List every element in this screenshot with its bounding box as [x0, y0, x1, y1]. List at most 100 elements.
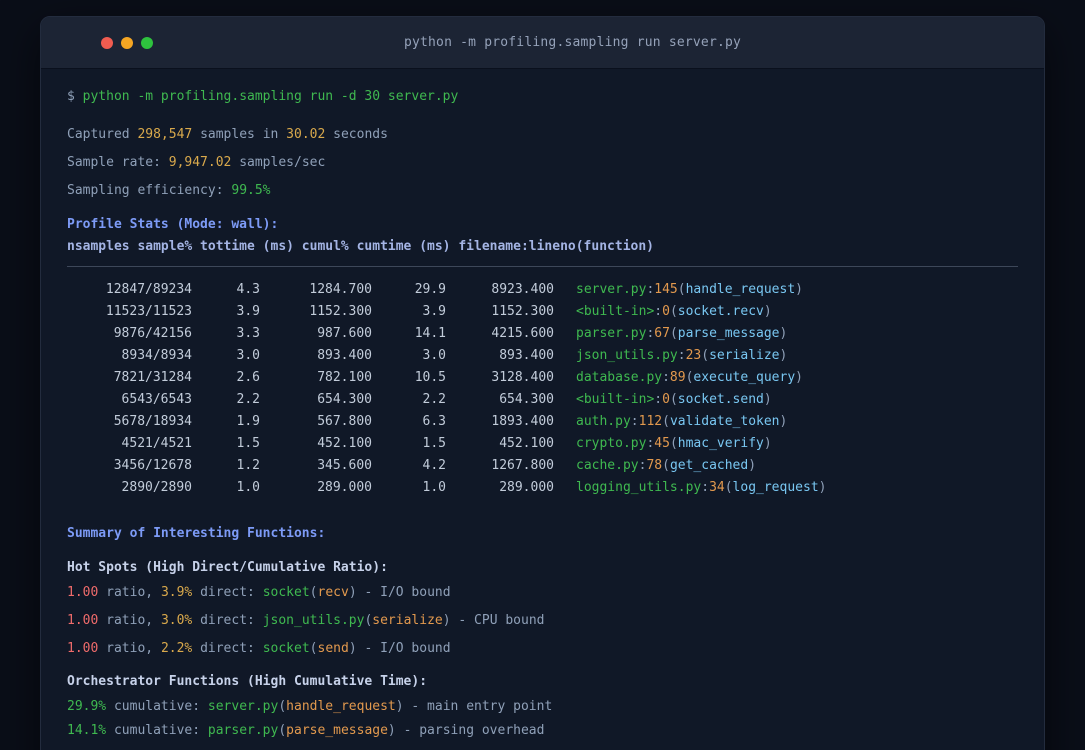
punct: ) [348, 585, 357, 600]
target-name: server.py [207, 699, 279, 714]
shell-command-line: $ python -m profiling.sampling run -d 30… [67, 87, 1018, 107]
punct: ) [348, 641, 357, 656]
item-note: - main entry point [403, 699, 553, 714]
item-note: - I/O bound [356, 641, 451, 656]
punct: ) [795, 282, 803, 297]
window-title: python -m profiling.sampling run server.… [403, 35, 742, 50]
punct: ( [677, 282, 686, 297]
hot-spot-item: 1.00 ratio, 3.9% direct: socket(recv) - … [67, 583, 1018, 603]
shell-prompt: $ [67, 89, 83, 104]
minimize-window-button[interactable] [121, 36, 133, 49]
cell-tottime: 782.100 [317, 370, 372, 385]
target-name: socket [262, 641, 310, 656]
filename: crypto.py [576, 436, 647, 451]
cell-cumul-pct: 1.5 [422, 436, 446, 451]
function-name: recv [317, 585, 349, 600]
lineno: 89 [669, 370, 686, 385]
cell-cumtime: 1152.300 [491, 304, 554, 319]
cell-sample-pct: 1.5 [236, 436, 260, 451]
cumulative-pct: 29.9% [67, 699, 107, 714]
function-name: hmac_verify [677, 436, 764, 451]
cell-nsamples: 9876/42156 [113, 326, 192, 341]
punct: ( [669, 304, 678, 319]
cell-location: database.py:89(execute_query) [576, 370, 803, 385]
filename: parser.py [576, 326, 647, 341]
cell-cumtime: 893.400 [499, 348, 554, 363]
cell-cumtime: 289.000 [499, 480, 554, 495]
profile-stats-heading: Profile Stats (Mode: wall): [67, 217, 279, 232]
punct: ( [278, 723, 287, 738]
item-text: direct: [192, 585, 263, 600]
stat-label: seconds [325, 127, 388, 142]
cell-cumtime: 452.100 [499, 436, 554, 451]
punct: : [677, 348, 686, 363]
punct: ) [395, 699, 404, 714]
filename: database.py [576, 370, 663, 385]
punct: ( [701, 348, 710, 363]
punct: ( [662, 458, 670, 473]
maximize-window-button[interactable] [141, 36, 153, 49]
cell-nsamples: 11523/11523 [105, 304, 192, 319]
cell-location: crypto.py:45(hmac_verify) [576, 436, 772, 451]
function-name: serialize [709, 348, 780, 363]
sample-rate-line: Sample rate: 9,947.02 samples/sec [67, 153, 1018, 173]
item-text: ratio, [98, 613, 161, 628]
cell-nsamples: 5678/18934 [113, 414, 192, 429]
cell-tottime: 654.300 [317, 392, 372, 407]
item-text: direct: [192, 613, 263, 628]
cell-cumul-pct: 1.0 [422, 480, 446, 495]
cell-location: auth.py:112(validate_token) [576, 414, 787, 429]
item-text: cumulative: [106, 723, 208, 738]
cell-tottime: 289.000 [317, 480, 372, 495]
function-name: log_request [732, 480, 819, 495]
ratio-value: 1.00 [67, 641, 99, 656]
item-text: ratio, [98, 585, 161, 600]
cell-tottime: 893.400 [317, 348, 372, 363]
orchestrator-item: 29.9% cumulative: server.py(handle_reque… [67, 697, 1018, 717]
cell-sample-pct: 4.3 [236, 282, 260, 297]
cell-cumul-pct: 3.0 [422, 348, 446, 363]
cell-nsamples: 2890/2890 [121, 480, 192, 495]
stat-label: Sample rate: [67, 155, 169, 170]
orchestrator-item: 14.1% cumulative: parser.py(parse_messag… [67, 721, 1018, 741]
samples-count: 298,547 [137, 127, 193, 142]
stat-label: samples/sec [231, 155, 326, 170]
punct: : [630, 414, 639, 429]
function-name: handle_request [286, 699, 396, 714]
filename: <built-in> [576, 392, 655, 407]
function-name: parse_message [286, 723, 388, 738]
direct-pct: 3.0% [160, 613, 193, 628]
table-row: 3456/12678 1.2 345.600 4.2 1267.800 cache.py:… [67, 455, 1018, 477]
punct: ( [669, 326, 678, 341]
punct: ( [309, 641, 318, 656]
table-row: 5678/18934 1.9 567.800 6.3 1893.400 auth.py:1… [67, 411, 1018, 433]
cell-cumtime: 8923.400 [491, 282, 554, 297]
punct: ) [779, 326, 788, 341]
punct: ) [763, 392, 772, 407]
cell-nsamples: 4521/4521 [121, 436, 192, 451]
cell-location: <built-in>:0(socket.recv) [576, 304, 772, 319]
punct: : [654, 304, 663, 319]
function-name: socket.send [677, 392, 764, 407]
lineno: 67 [654, 326, 670, 341]
direct-pct: 2.2% [160, 641, 193, 656]
punct: ( [724, 480, 733, 495]
terminal-titlebar[interactable]: python -m profiling.sampling run server.… [41, 17, 1044, 69]
cell-cumul-pct: 2.2 [422, 392, 446, 407]
item-text: ratio, [98, 641, 161, 656]
table-row: 2890/2890 1.0 289.000 1.0 289.000 logging_uti… [67, 477, 1018, 499]
close-window-button[interactable] [101, 36, 113, 49]
table-divider [67, 266, 1018, 267]
terminal-output[interactable]: $ python -m profiling.sampling run -d 30… [41, 69, 1044, 741]
filename: json_utils.py [576, 348, 678, 363]
table-row: 6543/6543 2.2 654.300 2.2 654.300 <built-in>:… [67, 389, 1018, 411]
summary-heading: Summary of Interesting Functions: [67, 526, 326, 541]
punct: ) [779, 348, 788, 363]
lineno: 0 [662, 304, 670, 319]
table-row: 9876/42156 3.3 987.600 14.1 4215.600 parser.p… [67, 323, 1018, 345]
filename: auth.py [576, 414, 631, 429]
cell-sample-pct: 2.2 [236, 392, 260, 407]
filename: logging_utils.py [576, 480, 702, 495]
shell-command: python -m profiling.sampling run -d 30 s… [82, 89, 459, 104]
sample-rate-value: 9,947.02 [168, 155, 232, 170]
